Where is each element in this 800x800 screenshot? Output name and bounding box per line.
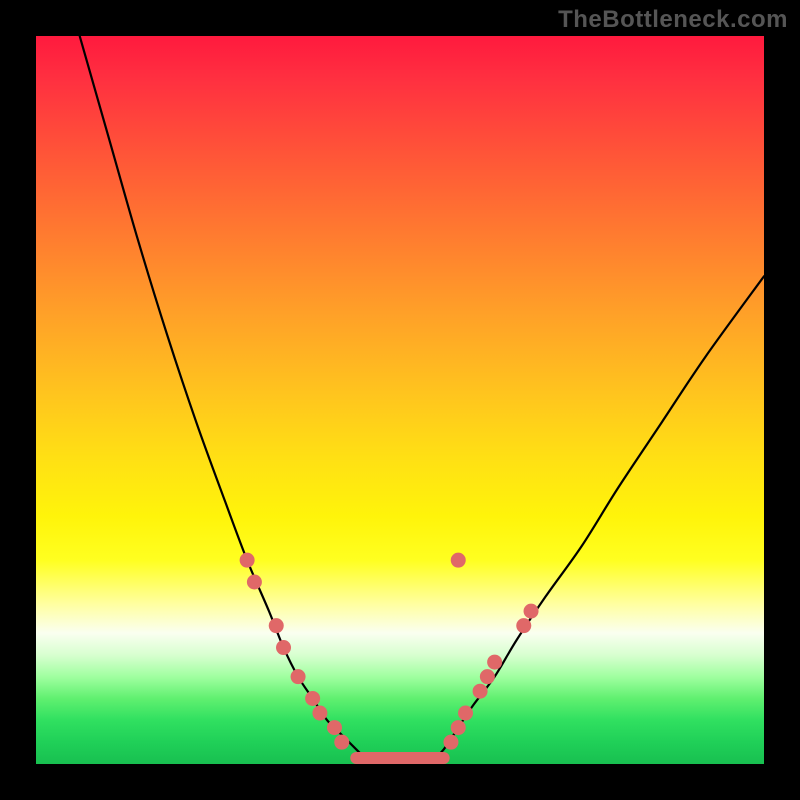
data-dot	[451, 553, 466, 568]
data-dot	[247, 575, 262, 590]
data-dot	[443, 735, 458, 750]
data-dot	[516, 618, 531, 633]
data-dot	[334, 735, 349, 750]
data-dot	[269, 618, 284, 633]
data-dot	[480, 669, 495, 684]
data-dot	[524, 604, 539, 619]
data-dot	[305, 691, 320, 706]
left-curve-line	[80, 36, 371, 764]
plot-area	[36, 36, 764, 764]
data-dots	[240, 553, 539, 750]
data-dot	[487, 655, 502, 670]
watermark-text: TheBottleneck.com	[558, 6, 788, 34]
chart-frame: TheBottleneck.com	[0, 0, 800, 800]
data-dot	[291, 669, 306, 684]
data-dot	[327, 720, 342, 735]
data-dot	[240, 553, 255, 568]
data-dot	[312, 706, 327, 721]
data-dot	[473, 684, 488, 699]
data-dot	[458, 706, 473, 721]
curves-svg	[36, 36, 764, 764]
data-dot	[451, 720, 466, 735]
data-dot	[276, 640, 291, 655]
